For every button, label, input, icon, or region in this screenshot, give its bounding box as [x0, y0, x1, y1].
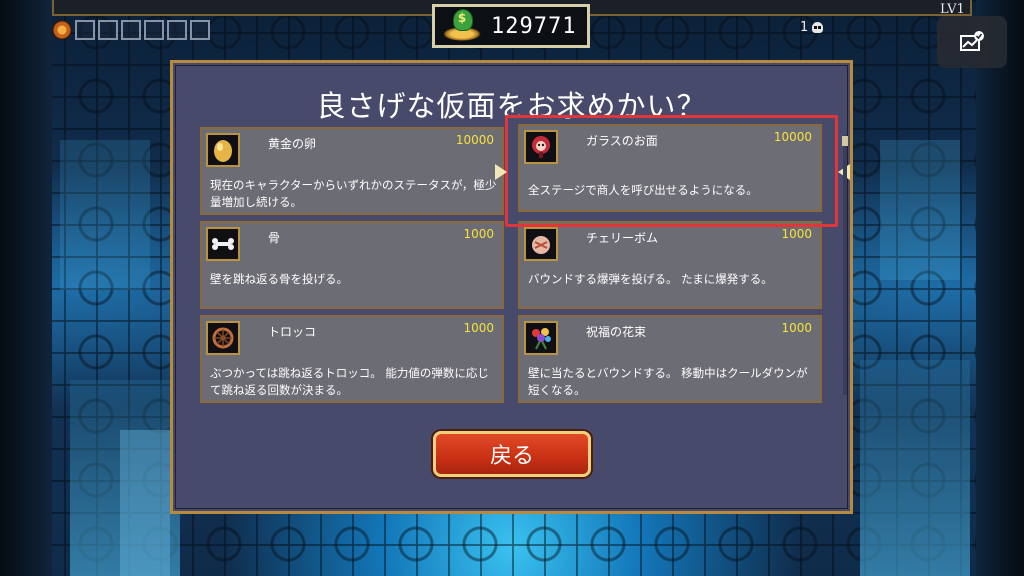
golden-egg-icon — [206, 133, 240, 167]
item-price: 1000 — [463, 321, 494, 335]
item-name: 祝福の花束 — [586, 325, 647, 339]
item-price: 1000 — [463, 227, 494, 241]
coin-value: 129771 — [491, 13, 577, 39]
death-counter: 1 — [800, 20, 824, 35]
empty-slot — [144, 20, 164, 40]
shop-item-card[interactable]: 祝福の花束 1000 壁に当たるとバウンドする。 移動中はクールダウンが短くなる… — [518, 315, 822, 403]
money-bag-icon: $ — [441, 7, 483, 45]
coin-counter: $ 129771 — [432, 4, 590, 48]
item-price: 10000 — [455, 133, 494, 147]
level-indicator: LV1 — [940, 2, 965, 17]
item-list-scrollbar[interactable] — [843, 135, 847, 395]
screenshot-gallery-button[interactable] — [937, 16, 1007, 68]
item-name: 骨 — [268, 231, 281, 245]
character-badge-icon — [52, 20, 72, 40]
trolley-icon — [206, 321, 240, 355]
empty-slot — [75, 20, 95, 40]
bouquet-icon — [524, 321, 558, 355]
item-description: バウンドする爆弾を投げる。 たまに爆発する。 — [528, 272, 773, 286]
selection-highlight — [505, 115, 838, 227]
item-price: 1000 — [781, 227, 812, 241]
item-description: ぶつかっては跳ね返るトロッコ。 能力値の弾数に応じて跳ね返る回数が決まる。 — [210, 366, 489, 397]
item-slots-bar — [52, 20, 210, 40]
bone-icon — [206, 227, 240, 261]
scrollbar-thumb[interactable] — [842, 136, 848, 146]
back-button[interactable]: 戻る — [433, 431, 591, 477]
empty-slot — [121, 20, 141, 40]
shop-item-card[interactable]: チェリーボム 1000 バウンドする爆弾を投げる。 たまに爆発する。 — [518, 221, 822, 309]
shop-item-card[interactable]: 黄金の卵 10000 現在のキャラクターからいずれかのステータスが，極少量増加し… — [200, 127, 504, 215]
item-name: チェリーボム — [586, 231, 659, 245]
item-name: 黄金の卵 — [268, 137, 317, 151]
selection-arrow-left-icon — [495, 164, 507, 180]
item-description: 壁に当たるとバウンドする。 移動中はクールダウンが短くなる。 — [528, 366, 808, 397]
item-name: トロッコ — [268, 325, 317, 339]
shop-item-card[interactable]: 骨 1000 壁を跳ね返る骨を投げる。 — [200, 221, 504, 309]
empty-slot — [98, 20, 118, 40]
empty-slot — [190, 20, 210, 40]
empty-slot — [167, 20, 187, 40]
skull-icon — [812, 22, 824, 33]
gallery-check-icon — [960, 31, 984, 51]
item-price: 1000 — [781, 321, 812, 335]
shop-item-card[interactable]: トロッコ 1000 ぶつかっては跳ね返るトロッコ。 能力値の弾数に応じて跳ね返る… — [200, 315, 504, 403]
item-description: 壁を跳ね返る骨を投げる。 — [210, 272, 348, 286]
cherry-bomb-icon — [524, 227, 558, 261]
death-count: 1 — [800, 20, 809, 35]
item-description: 現在のキャラクターからいずれかのステータスが，極少量増加し続ける。 — [210, 178, 497, 209]
